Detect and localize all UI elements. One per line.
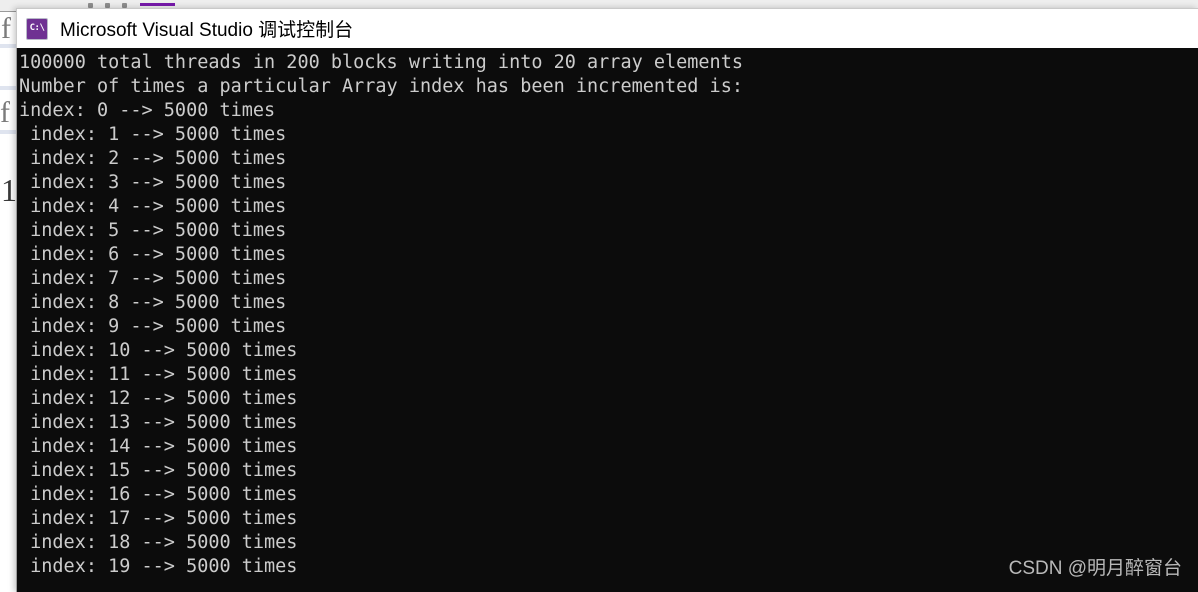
- command-prompt-icon-label: C:\: [29, 23, 45, 33]
- console-output-line: index: 13 --> 5000 times: [19, 412, 298, 433]
- console-output-area[interactable]: 100000 total threads in 200 blocks writi…: [16, 48, 1198, 592]
- console-output-line: index: 12 --> 5000 times: [19, 388, 298, 409]
- command-prompt-icon: C:\: [26, 17, 48, 40]
- editor-code-glyph-one: 1: [1, 172, 17, 208]
- csdn-watermark: CSDN @明月醉窗台: [1008, 558, 1182, 579]
- console-output-line: index: 14 --> 5000 times: [19, 436, 298, 457]
- editor-line-highlight: [0, 130, 16, 134]
- console-output-line: index: 1 --> 5000 times: [19, 124, 287, 145]
- console-output-line: index: 11 --> 5000 times: [19, 364, 298, 385]
- console-output-line: index: 4 --> 5000 times: [19, 196, 287, 217]
- toolbar-accent-bar: [140, 3, 175, 6]
- editor-code-glyph-f: f: [1, 12, 11, 45]
- console-output-text: 100000 total threads in 200 blocks writi…: [17, 48, 1198, 579]
- console-window-title: Microsoft Visual Studio 调试控制台: [60, 20, 354, 41]
- console-output-line: index: 10 --> 5000 times: [19, 340, 298, 361]
- console-output-line: index: 15 --> 5000 times: [19, 460, 298, 481]
- console-output-line: index: 9 --> 5000 times: [19, 316, 287, 337]
- console-output-line: index: 2 --> 5000 times: [19, 148, 287, 169]
- console-output-line: index: 0 --> 5000 times: [19, 100, 276, 121]
- console-output-line: index: 16 --> 5000 times: [19, 484, 298, 505]
- console-output-line: index: 6 --> 5000 times: [19, 244, 287, 265]
- console-output-line: index: 18 --> 5000 times: [19, 532, 298, 553]
- editor-line-highlight: [0, 86, 16, 90]
- console-output-line: Number of times a particular Array index…: [19, 76, 743, 97]
- console-output-line: index: 8 --> 5000 times: [19, 292, 287, 313]
- console-output-line: index: 3 --> 5000 times: [19, 172, 287, 193]
- console-output-line: 100000 total threads in 200 blocks writi…: [19, 52, 743, 73]
- console-output-line: index: 17 --> 5000 times: [19, 508, 298, 529]
- console-titlebar[interactable]: C:\ Microsoft Visual Studio 调试控制台: [16, 8, 1198, 48]
- editor-code-glyph-f: f: [0, 96, 10, 129]
- console-output-line: index: 5 --> 5000 times: [19, 220, 287, 241]
- console-window[interactable]: C:\ Microsoft Visual Studio 调试控制台 100000…: [16, 8, 1198, 592]
- console-output-line: index: 7 --> 5000 times: [19, 268, 287, 289]
